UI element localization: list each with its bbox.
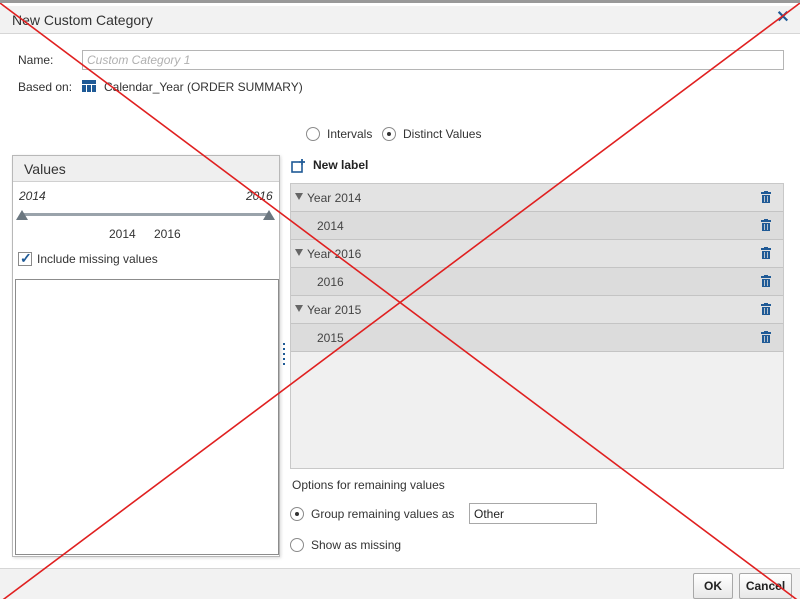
trash-icon[interactable] [761, 331, 771, 343]
cancel-button[interactable]: Cancel [739, 573, 792, 599]
group-row[interactable]: Year 2016 [291, 240, 783, 268]
close-icon[interactable]: ✕ [774, 9, 792, 27]
trash-icon[interactable] [761, 247, 771, 259]
expand-triangle-icon[interactable] [295, 305, 303, 312]
distinct-values-radio[interactable] [382, 127, 396, 141]
remaining-group-name-field[interactable] [469, 503, 597, 524]
custom-groups-panel: Year 2014 2014 Year 2016 2016 Year 2015 … [290, 183, 784, 469]
value-label: 2016 [317, 275, 344, 289]
expand-triangle-icon[interactable] [295, 249, 303, 256]
values-list[interactable] [15, 279, 279, 555]
selected-min-value: 2014 [109, 227, 136, 241]
trash-icon[interactable] [761, 191, 771, 203]
trash-icon[interactable] [761, 303, 771, 315]
range-slider-min-handle[interactable] [16, 210, 28, 220]
group-remaining-label: Group remaining values as [311, 507, 455, 521]
new-label-button[interactable]: New label [313, 158, 368, 172]
show-as-missing-label: Show as missing [311, 538, 402, 552]
group-label: Year 2015 [307, 303, 362, 317]
hierarchy-icon [82, 80, 96, 92]
value-row[interactable]: 2015 [291, 324, 783, 352]
group-label: Year 2014 [307, 191, 362, 205]
show-as-missing-radio[interactable] [290, 538, 304, 552]
value-label: 2014 [317, 219, 344, 233]
remaining-options-title: Options for remaining values [292, 478, 445, 492]
value-row[interactable]: 2016 [291, 268, 783, 296]
group-row[interactable]: Year 2014 [291, 184, 783, 212]
name-field[interactable] [82, 50, 784, 70]
name-label: Name: [18, 53, 54, 67]
group-label: Year 2016 [307, 247, 362, 261]
range-max-label: 2016 [246, 189, 273, 203]
trash-icon[interactable] [761, 219, 771, 231]
values-panel-header: Values [13, 156, 279, 182]
intervals-label: Intervals [327, 127, 373, 141]
dialog-footer [0, 568, 800, 599]
distinct-values-label: Distinct Values [403, 127, 482, 141]
trash-icon[interactable] [761, 275, 771, 287]
group-remaining-radio[interactable] [290, 507, 304, 521]
based-on-value: Calendar_Year (ORDER SUMMARY) [104, 80, 303, 94]
range-min-label: 2014 [19, 189, 46, 203]
values-panel-title: Values [24, 161, 66, 177]
include-missing-label: Include missing values [37, 252, 158, 266]
based-on-label: Based on: [18, 80, 73, 94]
value-label: 2015 [317, 331, 344, 345]
dialog-titlebar: New Custom Category ✕ [0, 6, 800, 34]
panel-splitter-handle[interactable] [283, 343, 286, 367]
selected-max-value: 2016 [154, 227, 181, 241]
value-row[interactable]: 2014 [291, 212, 783, 240]
new-custom-category-dialog: New Custom Category ✕ Name: Based on: Ca… [0, 0, 800, 599]
group-row[interactable]: Year 2015 [291, 296, 783, 324]
ok-button[interactable]: OK [693, 573, 733, 599]
expand-triangle-icon[interactable] [295, 193, 303, 200]
new-label-icon[interactable] [291, 159, 305, 173]
range-slider-track[interactable] [22, 213, 270, 216]
dialog-title: New Custom Category [12, 12, 153, 28]
include-missing-checkbox[interactable] [18, 250, 32, 267]
range-slider-max-handle[interactable] [263, 210, 275, 220]
intervals-radio[interactable] [306, 127, 320, 141]
values-panel: Values 2014 2016 2014 2016 Include missi… [12, 155, 280, 557]
